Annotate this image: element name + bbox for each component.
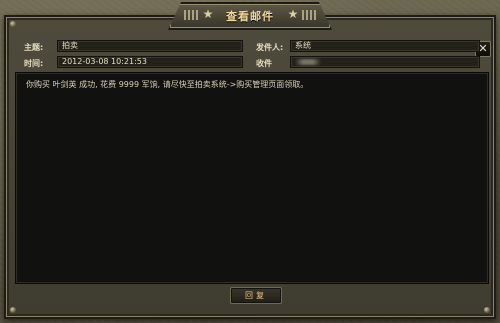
sender-field: 系统	[290, 40, 480, 52]
rivet-icon	[10, 21, 16, 27]
rivet-icon	[10, 307, 16, 313]
message-body-text: 你购买 叶剑英 成功, 花费 9999 军饷, 请尽快至拍卖系统->购买管理页面…	[26, 80, 309, 89]
time-field: 2012-03-08 10:21:53	[57, 56, 243, 68]
message-body-area[interactable]: 你购买 叶剑英 成功, 花费 9999 军饷, 请尽快至拍卖系统->购买管理页面…	[15, 72, 489, 284]
subject-value: 拍卖	[62, 41, 78, 50]
star-icon: ★	[287, 7, 299, 21]
rivet-icon	[484, 307, 490, 313]
title-bars-right-icon	[302, 10, 316, 20]
recipient-label: 收件	[256, 59, 272, 68]
time-label: 时间:	[24, 59, 44, 68]
title-bars-left-icon	[184, 10, 198, 20]
reply-button[interactable]: 回复	[230, 287, 282, 304]
subject-field: 拍卖	[57, 40, 243, 52]
mail-window: ✕ 主题: 拍卖 时间: 2012-03-08 10:21:53 发件人: 系统…	[4, 15, 496, 319]
subject-label: 主题:	[24, 43, 44, 52]
window-title: 查看邮件	[226, 10, 274, 23]
recipient-field	[290, 56, 480, 68]
sender-value: 系统	[295, 41, 311, 50]
recipient-value-redacted	[295, 59, 321, 65]
star-icon: ★	[202, 7, 214, 21]
time-value: 2012-03-08 10:21:53	[62, 57, 147, 66]
sender-label: 发件人:	[256, 43, 284, 52]
